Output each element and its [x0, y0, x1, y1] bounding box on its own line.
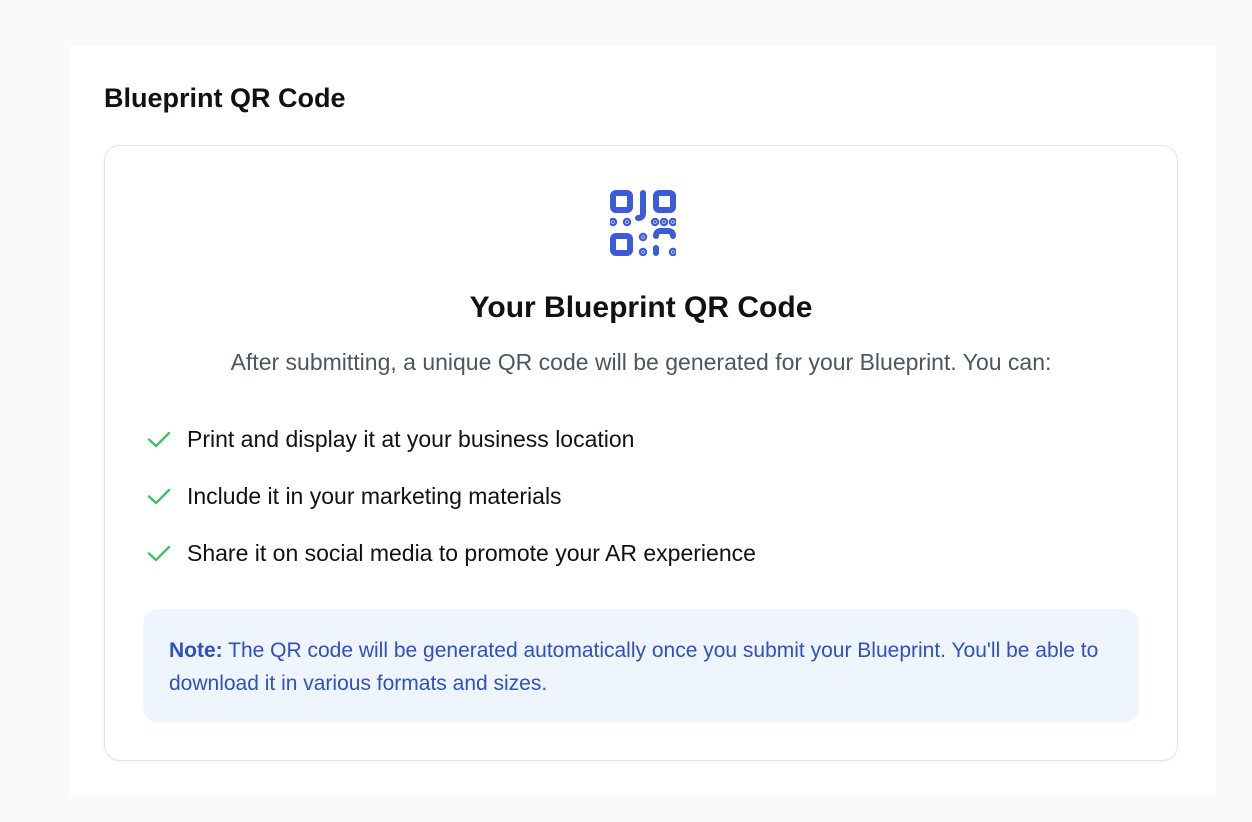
check-icon	[147, 488, 171, 505]
note-label: Note:	[169, 639, 223, 662]
list-item: Include it in your marketing materials	[145, 477, 756, 515]
feature-text: Share it on social media to promote your…	[187, 540, 756, 566]
list-item: Print and display it at your business lo…	[145, 420, 756, 458]
section-title: Blueprint QR Code	[104, 83, 346, 113]
feature-list: Print and display it at your business lo…	[145, 420, 756, 591]
qr-code-panel: Blueprint QR Code Your Blueprint QR Code…	[70, 46, 1216, 796]
feature-text: Print and display it at your business lo…	[187, 426, 635, 452]
list-item: Share it on social media to promote your…	[145, 534, 756, 572]
note-box: Note: The QR code will be generated auto…	[143, 609, 1139, 723]
note-body: The QR code will be generated automatica…	[169, 639, 1099, 695]
check-icon	[147, 431, 171, 448]
qr-code-icon	[610, 190, 676, 256]
card-title: Your Blueprint QR Code	[469, 291, 813, 324]
note-text: Note: The QR code will be generated auto…	[169, 634, 1113, 700]
qr-code-card: Your Blueprint QR Code After submitting,…	[104, 145, 1178, 761]
check-icon	[147, 545, 171, 562]
card-subtitle: After submitting, a unique QR code will …	[230, 349, 1052, 375]
feature-text: Include it in your marketing materials	[187, 483, 562, 509]
